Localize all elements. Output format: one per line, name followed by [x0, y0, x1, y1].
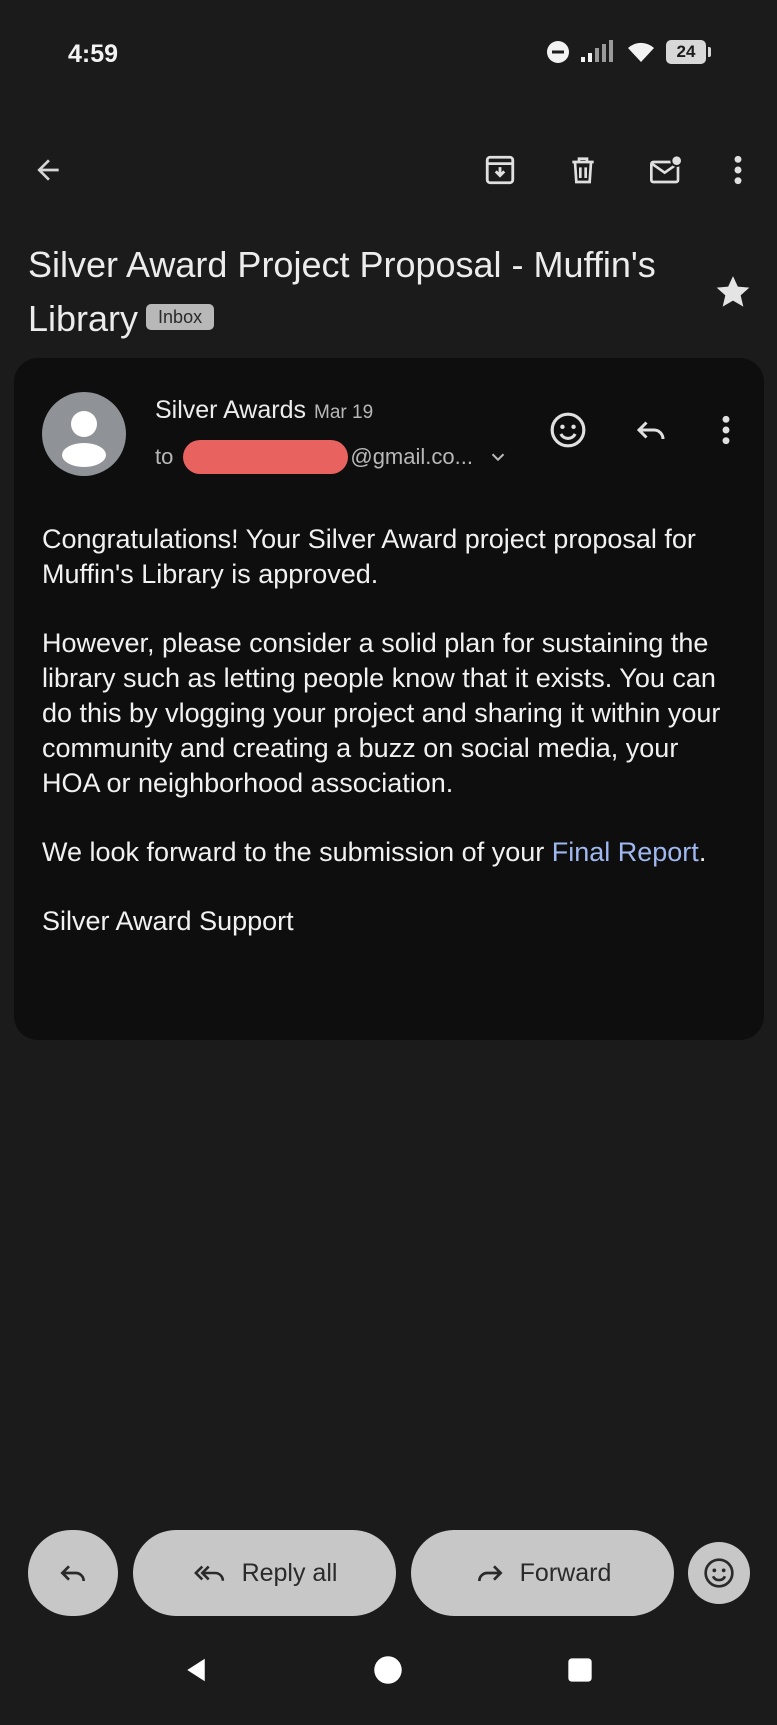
recipient-suffix: @gmail.co... [350, 444, 473, 469]
nav-back-icon [187, 1658, 205, 1682]
mark-unread-button[interactable] [642, 146, 690, 194]
signature: Silver Award Support [42, 906, 294, 936]
cell-signal-icon [581, 40, 613, 62]
battery-tip [708, 47, 711, 57]
status-icons: 24 [546, 40, 711, 64]
inbox-label-chip[interactable]: Inbox [146, 304, 215, 331]
email-body: Congratulations! Your Silver Award proje… [42, 522, 742, 973]
reply-button[interactable] [627, 406, 675, 454]
delete-icon [572, 157, 594, 184]
bottom-actions: Reply all Forward [0, 1530, 777, 1620]
system-nav-bar [0, 1640, 777, 1725]
battery-level: 24 [666, 40, 706, 64]
archive-button[interactable] [476, 146, 524, 194]
top-toolbar [0, 130, 777, 210]
emoji-reaction-button[interactable] [688, 1542, 750, 1604]
message-more-button[interactable] [702, 406, 750, 454]
person-icon [62, 411, 106, 467]
status-time: 4:59 [68, 40, 119, 68]
emoji-icon [704, 1558, 734, 1588]
emoji-icon [550, 412, 586, 448]
star-icon [716, 276, 750, 307]
add-reaction-button[interactable] [544, 406, 592, 454]
battery-indicator: 24 [666, 40, 711, 64]
archive-icon [485, 155, 515, 185]
more-vert-icon [722, 415, 730, 445]
body-paragraph-2: However, please consider a solid plan fo… [42, 628, 721, 798]
forward-icon [477, 1565, 503, 1582]
do-not-disturb-icon [547, 41, 569, 63]
recipient-line[interactable]: to @gmail.co... [155, 440, 509, 474]
mark-unread-icon [650, 154, 683, 184]
back-button[interactable] [24, 146, 72, 194]
reply-icon [60, 1565, 85, 1582]
body-paragraph-3: We look forward to the submission of you… [42, 835, 742, 870]
reply-all-button[interactable]: Reply all [133, 1530, 396, 1616]
wifi-icon [628, 42, 654, 62]
redacted-email [183, 440, 349, 474]
reply-pill-button[interactable] [28, 1530, 118, 1616]
sender-name: Silver Awards [155, 396, 306, 424]
sender-header[interactable]: Silver Awards Mar 19 [155, 396, 373, 425]
reply-all-icon [193, 1565, 224, 1581]
nav-recents-button[interactable] [550, 1640, 610, 1700]
back-arrow-icon [37, 159, 59, 181]
nav-recents-icon [568, 1658, 592, 1682]
final-report-link[interactable]: Final Report [552, 837, 699, 867]
body-paragraph-3-text: We look forward to the submission of you… [42, 837, 552, 867]
email-card: Silver Awards Mar 19 to @gmail.co... Cong… [14, 358, 764, 1040]
forward-label: Forward [519, 1558, 612, 1587]
more-vert-icon [734, 155, 742, 185]
nav-home-icon [374, 1656, 402, 1684]
delete-button[interactable] [559, 146, 607, 194]
star-button[interactable] [713, 272, 753, 312]
recipient-prefix: to [155, 444, 174, 469]
chevron-down-icon[interactable] [487, 446, 509, 468]
forward-button[interactable]: Forward [411, 1530, 674, 1616]
status-bar: 4:59 24 [0, 0, 777, 110]
email-date: Mar 19 [314, 402, 374, 423]
body-paragraph-1: Congratulations! Your Silver Award proje… [42, 524, 696, 589]
subject-text: Silver Award Project Proposal - Muffin's… [28, 244, 656, 339]
body-paragraph-3-end: . [698, 837, 707, 867]
email-subject: Silver Award Project Proposal - Muffin's… [28, 238, 688, 346]
nav-back-button[interactable] [166, 1640, 226, 1700]
reply-all-label: Reply all [241, 1558, 338, 1587]
reply-icon [636, 421, 665, 440]
more-options-button[interactable] [714, 146, 762, 194]
nav-home-button[interactable] [358, 1640, 418, 1700]
avatar[interactable] [42, 392, 126, 476]
